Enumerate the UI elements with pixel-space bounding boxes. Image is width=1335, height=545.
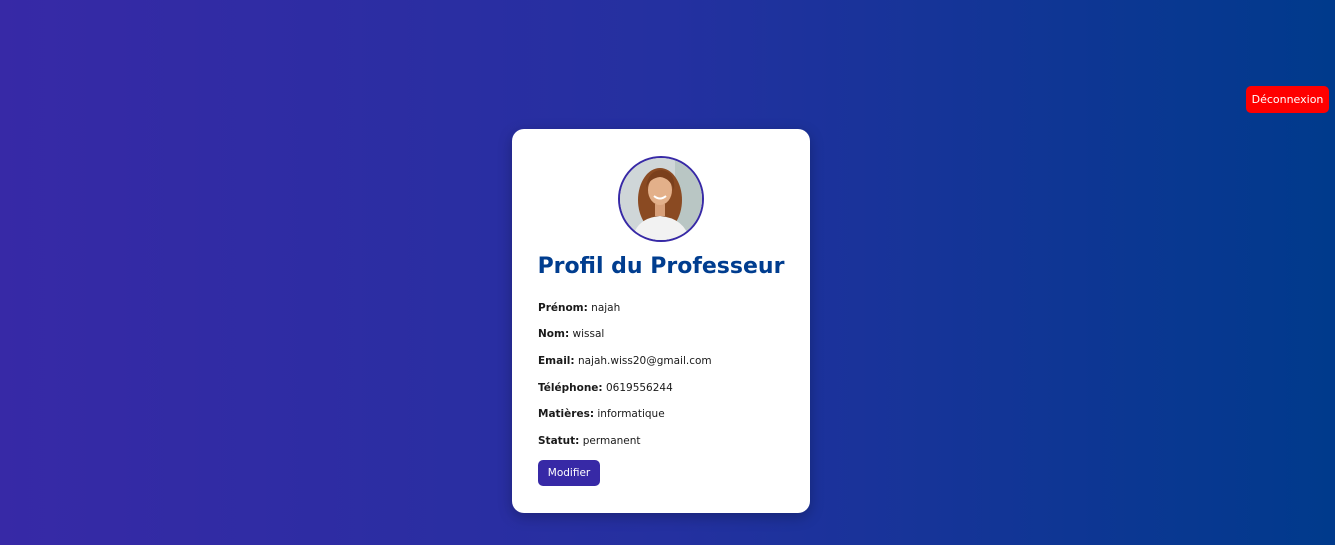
field-value: najah (591, 302, 621, 314)
field-label: Nom: (538, 328, 570, 340)
field-value: permanent (582, 435, 641, 447)
field-label: Prénom: (538, 302, 588, 314)
field-label: Téléphone: (538, 382, 603, 394)
profile-photo (620, 158, 702, 240)
field-label: Statut: (538, 435, 580, 447)
edit-button[interactable]: Modifier (538, 460, 600, 486)
field-value: informatique (597, 408, 665, 420)
field-email: Email: najah.wiss20@gmail.com (538, 354, 712, 368)
field-matieres: Matières: informatique (538, 407, 665, 421)
field-value: 0619556244 (605, 382, 673, 394)
field-value: najah.wiss20@gmail.com (577, 355, 712, 367)
field-telephone: Téléphone: 0619556244 (538, 381, 673, 395)
avatar (618, 156, 704, 242)
field-label: Matières: (538, 408, 595, 420)
field-label: Email: (538, 355, 575, 367)
page-title: Profil du Professeur (537, 254, 785, 279)
field-value: wissal (572, 328, 605, 340)
field-statut: Statut: permanent (538, 434, 641, 448)
profile-card: Profil du Professeur Prénom: najah Nom: … (512, 129, 810, 513)
field-nom: Nom: wissal (538, 327, 604, 341)
field-prenom: Prénom: najah (538, 301, 620, 315)
logout-button[interactable]: Déconnexion (1246, 86, 1329, 113)
